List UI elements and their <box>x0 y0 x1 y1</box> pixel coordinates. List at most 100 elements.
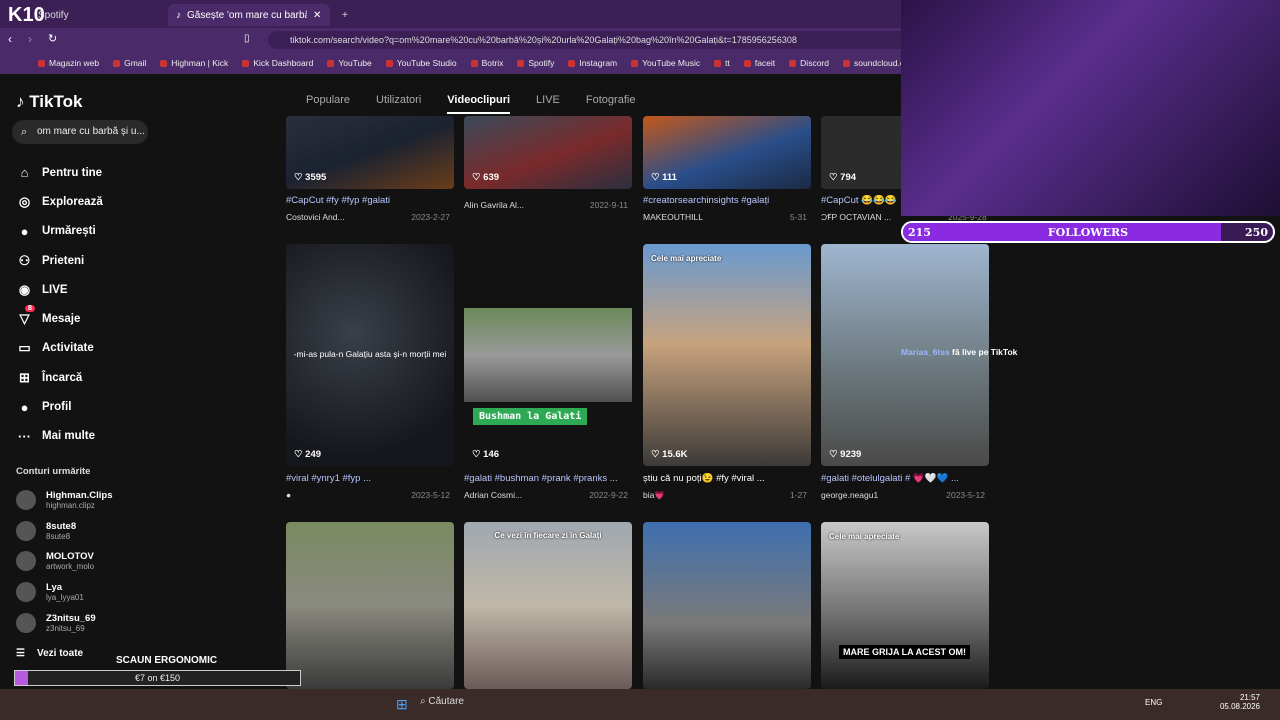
video-meta: Costovici And... 2023-2-27 <box>286 212 450 222</box>
video-caption[interactable]: #CapCut 😂😂😂 <box>821 195 901 206</box>
sidebar-nav: ⌂ Pentru tine ◎ Explorează ● Urmărești ⚇ Pri… <box>16 158 156 451</box>
bookmark-item[interactable]: YouTube <box>327 58 371 68</box>
video-card[interactable]: Ce vezi în fiecare zi în Galați <box>464 522 632 689</box>
clock[interactable]: 21:57 05.08.2026 <box>1220 693 1260 711</box>
video-meta: ƆꞘP OCTAVIAN ... <box>821 212 892 222</box>
tiktok-logo[interactable]: ♪ TikTok <box>16 92 82 112</box>
sidebar-item-upload[interactable]: ⊞ Încarcă <box>16 363 156 392</box>
bookmark-item[interactable]: Instagram <box>568 58 617 68</box>
video-card[interactable] <box>643 522 811 689</box>
video-meta: Alin Gavrila Al... 2022-9-11 <box>464 200 628 210</box>
sidebar-item-explore[interactable]: ◎ Explorează <box>16 187 156 216</box>
bookmark-item[interactable]: Highman | Kick <box>160 58 228 68</box>
messages-icon: ▽ 8 <box>16 305 35 327</box>
upload-icon: ⊞ <box>19 369 30 385</box>
forward-icon[interactable]: › <box>28 32 32 46</box>
profile-icon: ● <box>20 399 29 415</box>
back-icon[interactable]: ‹ <box>8 32 12 46</box>
sidebar-item-messages[interactable]: ▽ 8 Mesaje <box>16 304 156 333</box>
avatar <box>16 582 36 602</box>
more-icon: ··· <box>18 428 31 444</box>
bookmark-item[interactable]: Spotify <box>517 58 554 68</box>
like-count: ♡ 249 <box>294 449 322 460</box>
tab-live[interactable]: LIVE <box>536 94 560 114</box>
tab-tiktok-search[interactable]: ♪Găsește 'om mare cu barbă și ur...✕ <box>168 4 330 26</box>
video-caption[interactable]: #galati #bushman #prank #pranks ... <box>464 473 632 484</box>
see-all-button[interactable]: ☰ Vezi toate <box>16 648 83 659</box>
followed-account[interactable]: Z3nitsu_69 z3nitsu_69 <box>16 613 96 633</box>
close-icon[interactable]: ✕ <box>313 10 321 21</box>
video-card[interactable]: Bushman la Galati ♡ 146 #galati #bushman… <box>464 244 632 500</box>
video-thumbnail[interactable] <box>286 522 454 689</box>
like-count: ♡ 794 <box>829 172 857 183</box>
sidebar-item-friends[interactable]: ⚇ Prieteni <box>16 246 156 275</box>
new-tab-button[interactable]: + <box>334 4 356 26</box>
video-card[interactable]: Cele mai apreciate MARE GRIJA LA ACEST O… <box>821 522 989 689</box>
bookmark-item[interactable]: YouTube Studio <box>386 58 457 68</box>
sidebar-item-profile[interactable]: ● Profil <box>16 392 156 421</box>
video-card[interactable] <box>286 522 454 689</box>
video-thumbnail[interactable] <box>821 522 989 689</box>
bookmark-item[interactable]: Botrix <box>471 58 504 68</box>
sidebar-item-activity[interactable]: ▭ Activitate <box>16 334 156 363</box>
reload-icon[interactable]: ↻ <box>48 32 57 45</box>
avatar <box>16 613 36 633</box>
followed-account[interactable]: MOLOTOV artwork_molo <box>16 551 94 571</box>
windows-start-icon[interactable]: ⊞ <box>396 696 408 713</box>
tab-spotify[interactable]: Spotify <box>30 4 77 26</box>
video-thumbnail[interactable] <box>643 244 811 466</box>
video-caption[interactable]: #CapCut #fy #fyp #galati <box>286 195 454 206</box>
avatar[interactable]: ● <box>286 490 291 500</box>
tab-videos[interactable]: Videoclipuri <box>447 94 511 114</box>
tab-popular[interactable]: Populare <box>306 94 350 114</box>
avatar <box>16 521 36 541</box>
video-caption[interactable]: #creatorsearchinsights #galați <box>643 195 811 206</box>
sidebar-item-following[interactable]: ● Urmărești <box>16 217 156 246</box>
followed-account[interactable]: 8sute8 8sute8 <box>16 521 76 541</box>
sidebar-item-more[interactable]: ··· Mai multe <box>16 422 156 451</box>
followed-account[interactable]: Highman.Clips highman.clipz <box>16 490 113 510</box>
video-card[interactable]: Mariaa_6tss fă live pe TikTok ♡ 9239 #ga… <box>821 244 1017 500</box>
video-thumbnail[interactable] <box>464 522 632 689</box>
system-tray: ENG <box>1145 698 1163 707</box>
list-icon: ☰ <box>16 648 25 659</box>
home-icon: ⌂ <box>20 165 29 181</box>
friends-icon: ⚇ <box>18 252 31 268</box>
video-thumbnail[interactable] <box>643 522 811 689</box>
bookmark-icon[interactable]: ▯ <box>244 33 250 44</box>
activity-icon: ▭ <box>18 340 31 356</box>
tab-photos[interactable]: Fotografie <box>586 94 636 114</box>
video-meta: ● 2023-5-12 <box>286 490 450 500</box>
following-accounts-title: Conturi urmărite <box>16 466 91 477</box>
most-liked-badge: Cele mai apreciate <box>829 532 900 541</box>
taskbar-search[interactable]: ⌕ Căutare <box>420 696 464 707</box>
video-caption[interactable]: #galati #otelulgalati # 💗🤍💙 ... <box>821 473 989 484</box>
video-card[interactable]: -mi-as pula-n Galațiu asta și-n morții m… <box>286 244 454 500</box>
bookmark-item[interactable]: Discord <box>789 58 829 68</box>
video-thumbnail[interactable] <box>464 244 632 466</box>
search-input[interactable]: ⌕ om mare cu barbă și u... <box>12 120 148 144</box>
video-meta: Adrian Cosmi... 2022-9-22 <box>464 490 628 500</box>
sidebar-item-for-you[interactable]: ⌂ Pentru tine <box>16 158 156 187</box>
live-notice[interactable]: Mariaa_6tss fă live pe TikTok <box>901 347 1061 357</box>
address-bar[interactable]: tiktok.com/search/video?q=om%20mare%20cu… <box>268 31 908 49</box>
video-overlay-text: MARE GRIJA LA ACEST OM! <box>839 645 970 659</box>
bookmark-item[interactable]: YouTube Music <box>631 58 700 68</box>
following-icon: ● <box>20 223 29 239</box>
bookmark-item[interactable]: tt <box>714 58 730 68</box>
video-overlay-text: Ce vezi în fiecare zi în Galați <box>494 531 602 540</box>
video-caption[interactable]: #viral #ynry1 #fyp ... <box>286 473 454 484</box>
windows-taskbar: ⊞ ⌕ Căutare ENG 21:57 05.08.2026 <box>0 689 1280 720</box>
sidebar-item-live[interactable]: ◉ LIVE <box>16 275 156 304</box>
bookmark-item[interactable]: Gmail <box>113 58 146 68</box>
bookmark-item[interactable]: Magazin web <box>38 58 99 68</box>
most-liked-badge: Cele mai apreciate <box>651 254 722 263</box>
video-caption[interactable]: știu că nu poți😉 #fy #viral ... <box>643 473 811 484</box>
bookmark-item[interactable]: Kick Dashboard <box>242 58 313 68</box>
video-card[interactable]: Cele mai apreciate ♡ 15.6K știu că nu po… <box>643 244 811 500</box>
tab-users[interactable]: Utilizatori <box>376 94 421 114</box>
search-icon: ⌕ <box>21 126 28 138</box>
bookmark-item[interactable]: faceit <box>744 58 775 68</box>
followed-account[interactable]: Lya lya_lyya01 <box>16 582 84 602</box>
video-meta: bia💗 1-27 <box>643 490 807 500</box>
